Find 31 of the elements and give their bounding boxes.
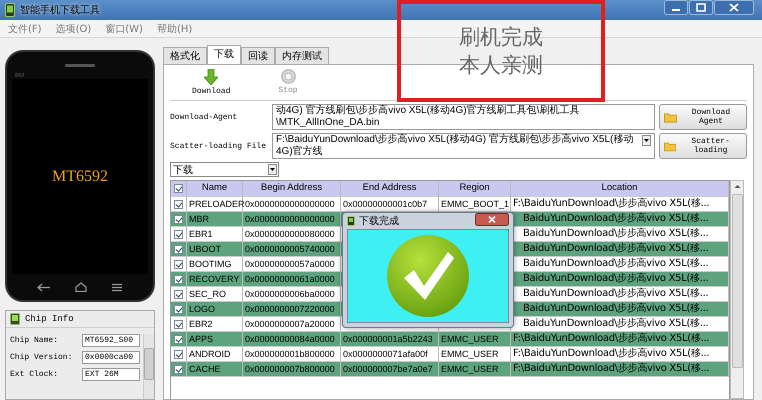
info-field: EXT 26M [82,368,140,381]
table-cell: 0x0000000000000000 [243,212,341,227]
info-field: 0x0000ca00 [82,351,140,364]
table-cell: EMMC_USER [439,332,511,347]
field-label: Ext Clock: [10,370,58,379]
table-cell: F:\BaiduYunDownload\步步高vivo X5L(移... [511,362,729,377]
table-cell: CACHE [187,362,243,377]
table-cell: 0x000000007be7a0e7 [341,362,439,377]
annotation-text: 刷机完成 [459,24,543,50]
info-field: MT6592_S00 [82,334,140,347]
table-cell: 0x0000000005740000 [243,242,341,257]
field-label: Scatter-loading File [170,142,268,150]
table-cell: APPS [187,332,243,347]
table-cell: UBOOT [187,242,243,257]
table-cell: 0x000000007b800000 [243,362,341,377]
table-cell: F:\BaiduYunDownload\步步高vivo X5L(移... [511,332,729,347]
table-cell: 0x000000001a5b2243 [341,332,439,347]
field-label: Chip Name: [10,336,58,345]
table-cell: RECOVERY [187,272,243,287]
table-cell: MBR [187,212,243,227]
window-title: 智能手机下载工具 [20,4,100,17]
table-cell: EMMC_USER [439,362,511,377]
table-cell: 0x00000000061a0000 [243,272,341,287]
chip-info-title: Chip Info [25,314,74,324]
dialog-title: 下载完成 [359,214,399,228]
table-cell: 0x00000000084a0000 [243,332,341,347]
chip-model: MT6592 [52,168,108,186]
table-cell: 0x0000000007220000 [243,302,341,317]
table-cell: LOGO [187,302,243,317]
field-label: Download-Agent [170,112,238,122]
field-label: Chip Version: [10,353,72,362]
